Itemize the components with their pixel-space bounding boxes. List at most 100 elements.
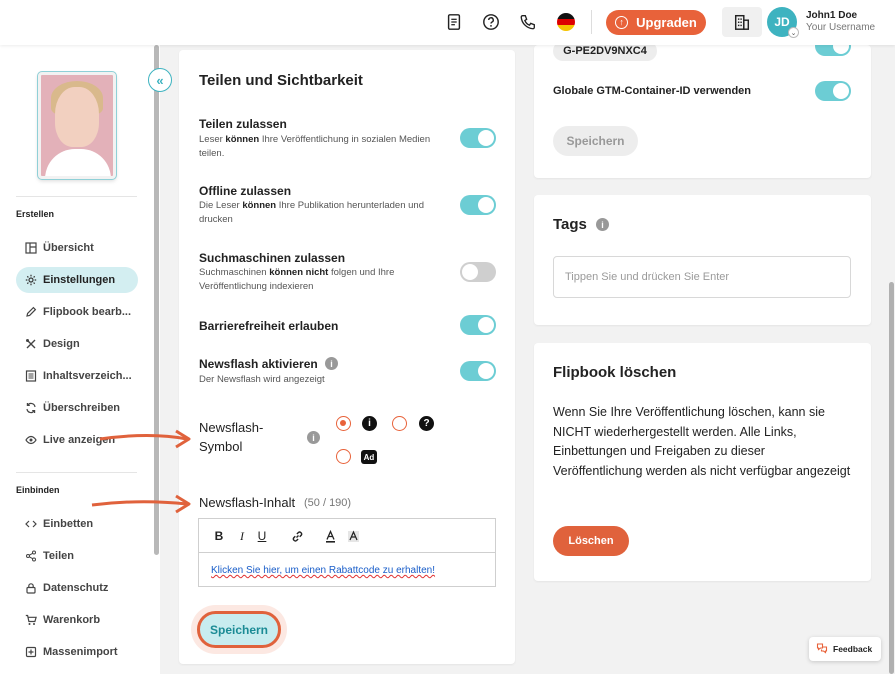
editor-toolbar: B I U bbox=[199, 519, 495, 553]
feedback-button[interactable]: Feedback bbox=[809, 637, 881, 661]
sidebar-item-live-view[interactable]: Live anzeigen bbox=[16, 427, 138, 453]
symbol-radio-info[interactable] bbox=[336, 416, 351, 431]
sidebar-divider bbox=[16, 472, 137, 473]
editor-content-link[interactable]: Klicken Sie hier, um einen Rabattcode zu… bbox=[211, 565, 435, 576]
phone-icon[interactable] bbox=[518, 12, 538, 32]
link-icon[interactable] bbox=[289, 529, 305, 543]
symbol-radio-ad[interactable] bbox=[336, 449, 351, 464]
symbol-radio-question[interactable] bbox=[392, 416, 407, 431]
cover-face bbox=[55, 87, 99, 147]
sidebar-item-overview[interactable]: Übersicht bbox=[16, 235, 138, 261]
allow-sharing-desc: Leser können Ihre Veröffentlichung in so… bbox=[199, 134, 431, 159]
newsflash-char-count: (50 / 190) bbox=[304, 497, 352, 509]
sidebar-item-privacy[interactable]: Datenschutz bbox=[16, 575, 138, 601]
sidebar-item-label: Warenkorb bbox=[43, 614, 101, 626]
sidebar-item-label: Live anzeigen bbox=[43, 434, 116, 446]
sidebar-item-share[interactable]: Teilen bbox=[16, 543, 138, 569]
sidebar-item-label: Übersicht bbox=[43, 242, 94, 254]
sidebar-item-label: Einstellungen bbox=[43, 274, 116, 286]
allow-search-engines-desc: Suchmaschinen können nicht folgen und Ih… bbox=[199, 267, 395, 292]
header-divider bbox=[591, 10, 592, 34]
chevron-down-icon[interactable]: ⌄ bbox=[788, 27, 799, 38]
help-icon[interactable] bbox=[481, 12, 501, 32]
newsflash-editor[interactable]: B I U Klicken Sie hier, um einen Rabattc… bbox=[198, 518, 496, 587]
collapse-sidebar-button[interactable]: « bbox=[148, 68, 172, 92]
feedback-icon bbox=[816, 642, 828, 656]
newsflash-content-label: Newsflash-Inhalt bbox=[199, 495, 296, 510]
arrow-up-icon: ↑ bbox=[615, 16, 629, 29]
user-handle: Your Username bbox=[806, 22, 876, 33]
upgrade-button[interactable]: ↑ Upgraden bbox=[606, 10, 706, 35]
gtm-save-button[interactable]: Speichern bbox=[553, 126, 638, 156]
sidebar-item-label: Teilen bbox=[43, 550, 74, 562]
sidebar-item-overwrite[interactable]: Überschreiben bbox=[16, 395, 138, 421]
sidebar-item-label: Design bbox=[43, 338, 80, 350]
sidebar-item-embed[interactable]: Einbetten bbox=[16, 511, 138, 537]
gtm-card bbox=[534, 45, 871, 178]
newsflash-enable-desc: Der Newsflash wird angezeigt bbox=[199, 374, 325, 385]
sidebar-item-toc[interactable]: Inhaltsverzeich... bbox=[16, 363, 138, 389]
allow-accessibility-title: Barrierefreiheit erlauben bbox=[199, 319, 339, 333]
document-icon[interactable] bbox=[444, 12, 464, 32]
layout-icon bbox=[25, 242, 37, 254]
sidebar-item-cart[interactable]: Warenkorb bbox=[16, 607, 138, 633]
share-icon bbox=[25, 550, 37, 562]
section-title-embed: Einbinden bbox=[16, 485, 60, 495]
sidebar-item-label: Massenimport bbox=[43, 646, 118, 658]
delete-button[interactable]: Löschen bbox=[553, 526, 629, 556]
refresh-icon bbox=[25, 402, 37, 414]
cart-icon bbox=[25, 614, 37, 626]
upgrade-label: Upgraden bbox=[636, 15, 697, 30]
info-icon[interactable]: i bbox=[596, 218, 609, 231]
newsflash-symbol-label: Newsflash- Symbol bbox=[199, 420, 264, 454]
info-icon[interactable]: i bbox=[325, 357, 338, 370]
highlight-color-icon[interactable] bbox=[345, 529, 361, 543]
lock-icon bbox=[25, 582, 37, 594]
sidebar-item-design[interactable]: Design bbox=[16, 331, 138, 357]
allow-accessibility-toggle[interactable] bbox=[460, 315, 496, 335]
sidebar: Erstellen Übersicht Einstellungen Flipbo… bbox=[0, 45, 160, 674]
underline-button[interactable]: U bbox=[254, 529, 270, 543]
text-color-icon[interactable] bbox=[322, 529, 338, 543]
delete-card-title: Flipbook löschen bbox=[553, 364, 677, 381]
global-gtm-label: Globale GTM-Container-ID verwenden bbox=[553, 85, 752, 97]
allow-offline-desc: Die Leser können Ihre Publikation herunt… bbox=[199, 200, 424, 225]
bold-button[interactable]: B bbox=[211, 529, 227, 543]
sidebar-item-bulk-import[interactable]: Massenimport bbox=[16, 639, 138, 665]
share-card-title: Teilen und Sichtbarkeit bbox=[199, 72, 363, 89]
chevrons-left-icon: « bbox=[156, 72, 164, 88]
building-icon[interactable] bbox=[722, 7, 762, 37]
sidebar-item-flipbook-edit[interactable]: Flipbook bearb... bbox=[16, 299, 138, 325]
allow-search-engines-toggle[interactable] bbox=[460, 262, 496, 282]
eye-icon bbox=[25, 434, 37, 446]
newsflash-enable-title: Newsflash aktivieren bbox=[199, 357, 318, 371]
ad-symbol-icon: Ad bbox=[361, 450, 377, 464]
sidebar-item-label: Flipbook bearb... bbox=[43, 306, 132, 318]
user-name: John1 Doe bbox=[806, 10, 858, 21]
sidebar-scrollbar[interactable] bbox=[154, 45, 159, 555]
flag-de-icon[interactable] bbox=[557, 13, 575, 31]
code-icon bbox=[25, 518, 37, 530]
sidebar-item-label: Überschreiben bbox=[43, 402, 121, 414]
save-button[interactable]: Speichern bbox=[197, 611, 281, 648]
tags-input[interactable] bbox=[553, 256, 851, 298]
allow-offline-toggle[interactable] bbox=[460, 195, 496, 215]
italic-button[interactable]: I bbox=[234, 529, 250, 543]
info-icon[interactable]: i bbox=[307, 431, 320, 444]
sidebar-item-settings[interactable]: Einstellungen bbox=[16, 267, 138, 293]
import-icon bbox=[25, 646, 37, 658]
tools-icon bbox=[25, 338, 37, 350]
flipbook-cover-thumbnail[interactable] bbox=[38, 72, 116, 179]
cover-shirt bbox=[45, 149, 111, 176]
top-header: ↑ Upgraden JD ⌄ John1 Doe Your Username bbox=[0, 0, 895, 45]
sidebar-item-label: Datenschutz bbox=[43, 582, 109, 594]
main-scrollbar[interactable] bbox=[889, 282, 894, 674]
global-gtm-toggle[interactable] bbox=[815, 81, 851, 101]
tags-title: Tags bbox=[553, 216, 587, 233]
newsflash-enable-toggle[interactable] bbox=[460, 361, 496, 381]
allow-sharing-toggle[interactable] bbox=[460, 128, 496, 148]
allow-sharing-title: Teilen zulassen bbox=[199, 117, 287, 131]
list-icon bbox=[25, 370, 37, 382]
feedback-label: Feedback bbox=[833, 644, 873, 654]
section-title-create: Erstellen bbox=[16, 209, 55, 219]
